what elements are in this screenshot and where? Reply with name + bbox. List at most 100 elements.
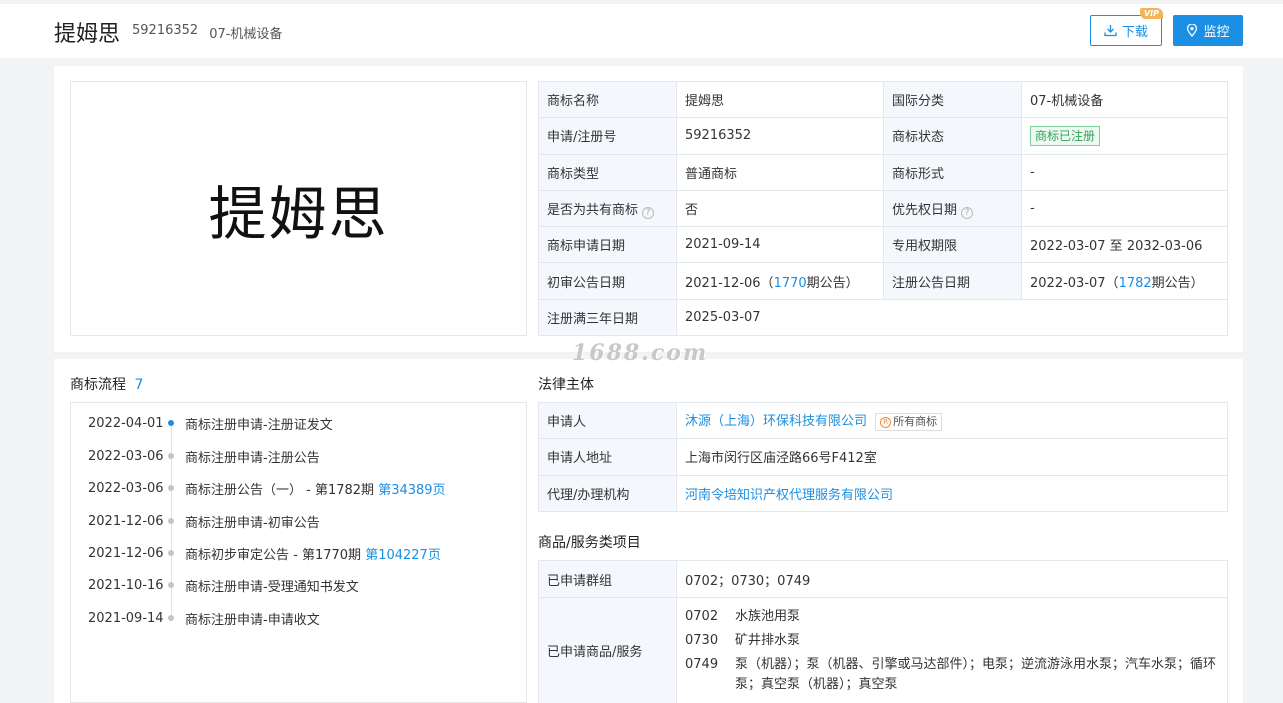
timeline-dot (168, 615, 174, 621)
list-item: 0702 水族池用泵 (685, 607, 1219, 627)
legal-key: 申请人地址 (538, 438, 677, 476)
flow-date: 2022-04-01 (88, 415, 164, 431)
goods-value: 0702 水族池用泵 0730 矿井排水泵 0749 泵（机器）；泵（机器、引擎或马达… (676, 597, 1228, 703)
legal-value: 河南令培知识产权代理服务有限公司 (676, 474, 1228, 512)
trademark-image: 提姆思 (70, 81, 527, 336)
info-key: 国际分类 (883, 80, 1022, 119)
table-row: 注册满三年日期 2025-03-07 (538, 298, 1228, 337)
legal-key: 代理/办理机构 (538, 474, 677, 512)
legal-value: 上海市闵行区庙泾路66号F412室 (676, 438, 1228, 476)
help-icon[interactable]: ? (642, 206, 655, 219)
info-key-label: 是否为共有商标 (547, 202, 639, 218)
flow-title-text: 商标流程 (70, 377, 126, 393)
list-item: 0730 矿井排水泵 (685, 631, 1219, 651)
info-value: 2022-03-07（1782期公告） (1021, 262, 1228, 300)
table-row: 商标名称 提姆思 国际分类 07-机械设备 (538, 80, 1228, 119)
table-row: 申请/注册号 59216352 商标状态 商标已注册 (538, 117, 1228, 155)
value-text: 期公告） (1151, 275, 1204, 291)
all-marks-button[interactable]: R 所有商标 (875, 413, 943, 432)
info-value: 提姆思 (676, 80, 884, 119)
download-button[interactable]: 下载 VIP (1090, 8, 1163, 46)
flow-text-label: 商标注册申请-申请收文 (185, 613, 320, 628)
list-item: 2021-09-14 商标注册申请-申请收文 (88, 609, 320, 629)
info-key: 商标申请日期 (538, 226, 677, 264)
timeline-dot (168, 453, 174, 459)
info-value: 2025-03-07 (676, 298, 1228, 337)
timeline-dot (168, 550, 174, 556)
trademark-image-text: 提姆思 (208, 179, 389, 248)
table-row: 商标类型 普通商标 商标形式 - (538, 153, 1228, 191)
info-value: 否 (676, 189, 884, 228)
agent-link[interactable]: 河南令培知识产权代理服务有限公司 (685, 488, 893, 503)
flow-text-label: 商标注册公告（一） - 第1782期 (185, 483, 379, 498)
flow-text: 商标注册公告（一） - 第1782期 第34389页 (185, 479, 446, 498)
flow-text-label: 商标注册申请-受理通知书发文 (185, 580, 359, 595)
info-key: 初审公告日期 (538, 262, 677, 300)
applicant-link[interactable]: 沐源（上海）环保科技有限公司 (685, 414, 867, 429)
list-item: 2022-03-06 商标注册申请-注册公告 (88, 447, 320, 467)
goods-desc: 水族池用泵 (735, 608, 801, 624)
list-item: 2021-12-06 商标初步审定公告 - 第1770期 第104227页 (88, 544, 441, 564)
header-reg-no: 59216352 (132, 23, 199, 38)
goods-desc: 矿井排水泵 (735, 632, 801, 648)
monitor-button[interactable]: 监控 (1173, 15, 1243, 46)
info-key: 商标状态 (883, 117, 1022, 155)
table-row: 代理/办理机构 河南令培知识产权代理服务有限公司 (538, 474, 1228, 512)
goods-key: 已申请群组 (538, 560, 677, 598)
flow-date: 2022-03-06 (88, 448, 164, 464)
flow-date: 2021-12-06 (88, 513, 164, 529)
timeline-dot (168, 420, 174, 426)
value-text: 2022-03-07（ (1030, 275, 1119, 291)
page-link[interactable]: 第34389页 (378, 483, 445, 498)
timeline-dot (168, 518, 174, 524)
info-key: 优先权日期? (883, 189, 1022, 228)
table-row: 已申请商品/服务 0702 水族池用泵 0730 矿井排水泵 0749 泵（机器）；泵… (538, 597, 1228, 703)
flow-text: 商标注册申请-受理通知书发文 (185, 576, 359, 595)
goods-code: 0749 (685, 656, 719, 672)
flow-text-label: 商标注册申请-注册证发文 (185, 418, 333, 433)
goods-value: 0702；0730；0749 (676, 560, 1228, 598)
info-key: 商标形式 (883, 153, 1022, 191)
info-key: 商标类型 (538, 153, 677, 191)
info-value: 2021-09-14 (676, 226, 884, 264)
flow-title: 商标流程 7 (70, 374, 143, 394)
info-key: 专用权期限 (883, 226, 1022, 264)
help-icon[interactable]: ? (961, 206, 974, 219)
legal-key: 申请人 (538, 401, 677, 440)
info-value: 普通商标 (676, 153, 884, 191)
info-value: 2021-12-06（1770期公告） (676, 262, 884, 300)
flow-text: 商标初步审定公告 - 第1770期 第104227页 (185, 544, 441, 563)
flow-text-label: 商标注册申请-注册公告 (185, 451, 320, 466)
value-text: 2021-12-06（ (685, 275, 774, 291)
goods-key: 已申请商品/服务 (538, 597, 677, 703)
page-link[interactable]: 第104227页 (365, 548, 441, 563)
page-title: 提姆思 (54, 22, 121, 47)
info-key: 是否为共有商标? (538, 189, 677, 228)
list-item: 2022-04-01 商标注册申请-注册证发文 (88, 414, 333, 434)
flow-date: 2021-12-06 (88, 545, 164, 561)
flow-text: 商标注册申请-申请收文 (185, 609, 320, 628)
table-row: 已申请群组 0702；0730；0749 (538, 560, 1228, 598)
legal-table: 申请人 沐源（上海）环保科技有限公司 R 所有商标 申请人地址 上海市闵行区庙泾路… (538, 401, 1228, 512)
info-value: 59216352 (676, 117, 884, 155)
issue-link[interactable]: 1782 (1119, 276, 1152, 291)
list-item: 2021-12-06 商标注册申请-初审公告 (88, 512, 320, 532)
flow-text: 商标注册申请-注册证发文 (185, 414, 333, 433)
list-item: 2021-10-16 商标注册申请-受理通知书发文 (88, 576, 359, 596)
status-badge: 商标已注册 (1030, 125, 1101, 146)
issue-link[interactable]: 1770 (774, 276, 807, 291)
table-row: 是否为共有商标? 否 优先权日期? - (538, 189, 1228, 228)
download-label: 下载 (1121, 25, 1148, 40)
info-value: - (1021, 153, 1228, 191)
flow-text-label: 商标注册申请-初审公告 (185, 516, 320, 531)
flow-date: 2022-03-06 (88, 480, 164, 496)
info-key: 注册公告日期 (883, 262, 1022, 300)
timeline-dot (168, 582, 174, 588)
vip-badge: VIP (1139, 8, 1163, 19)
list-item: 2022-03-06 商标注册公告（一） - 第1782期 第34389页 (88, 479, 446, 499)
flow-text: 商标注册申请-注册公告 (185, 447, 320, 466)
timeline-dot (168, 485, 174, 491)
legal-title: 法律主体 (538, 377, 594, 393)
download-icon (1104, 25, 1117, 37)
value-text: 期公告） (806, 275, 859, 291)
